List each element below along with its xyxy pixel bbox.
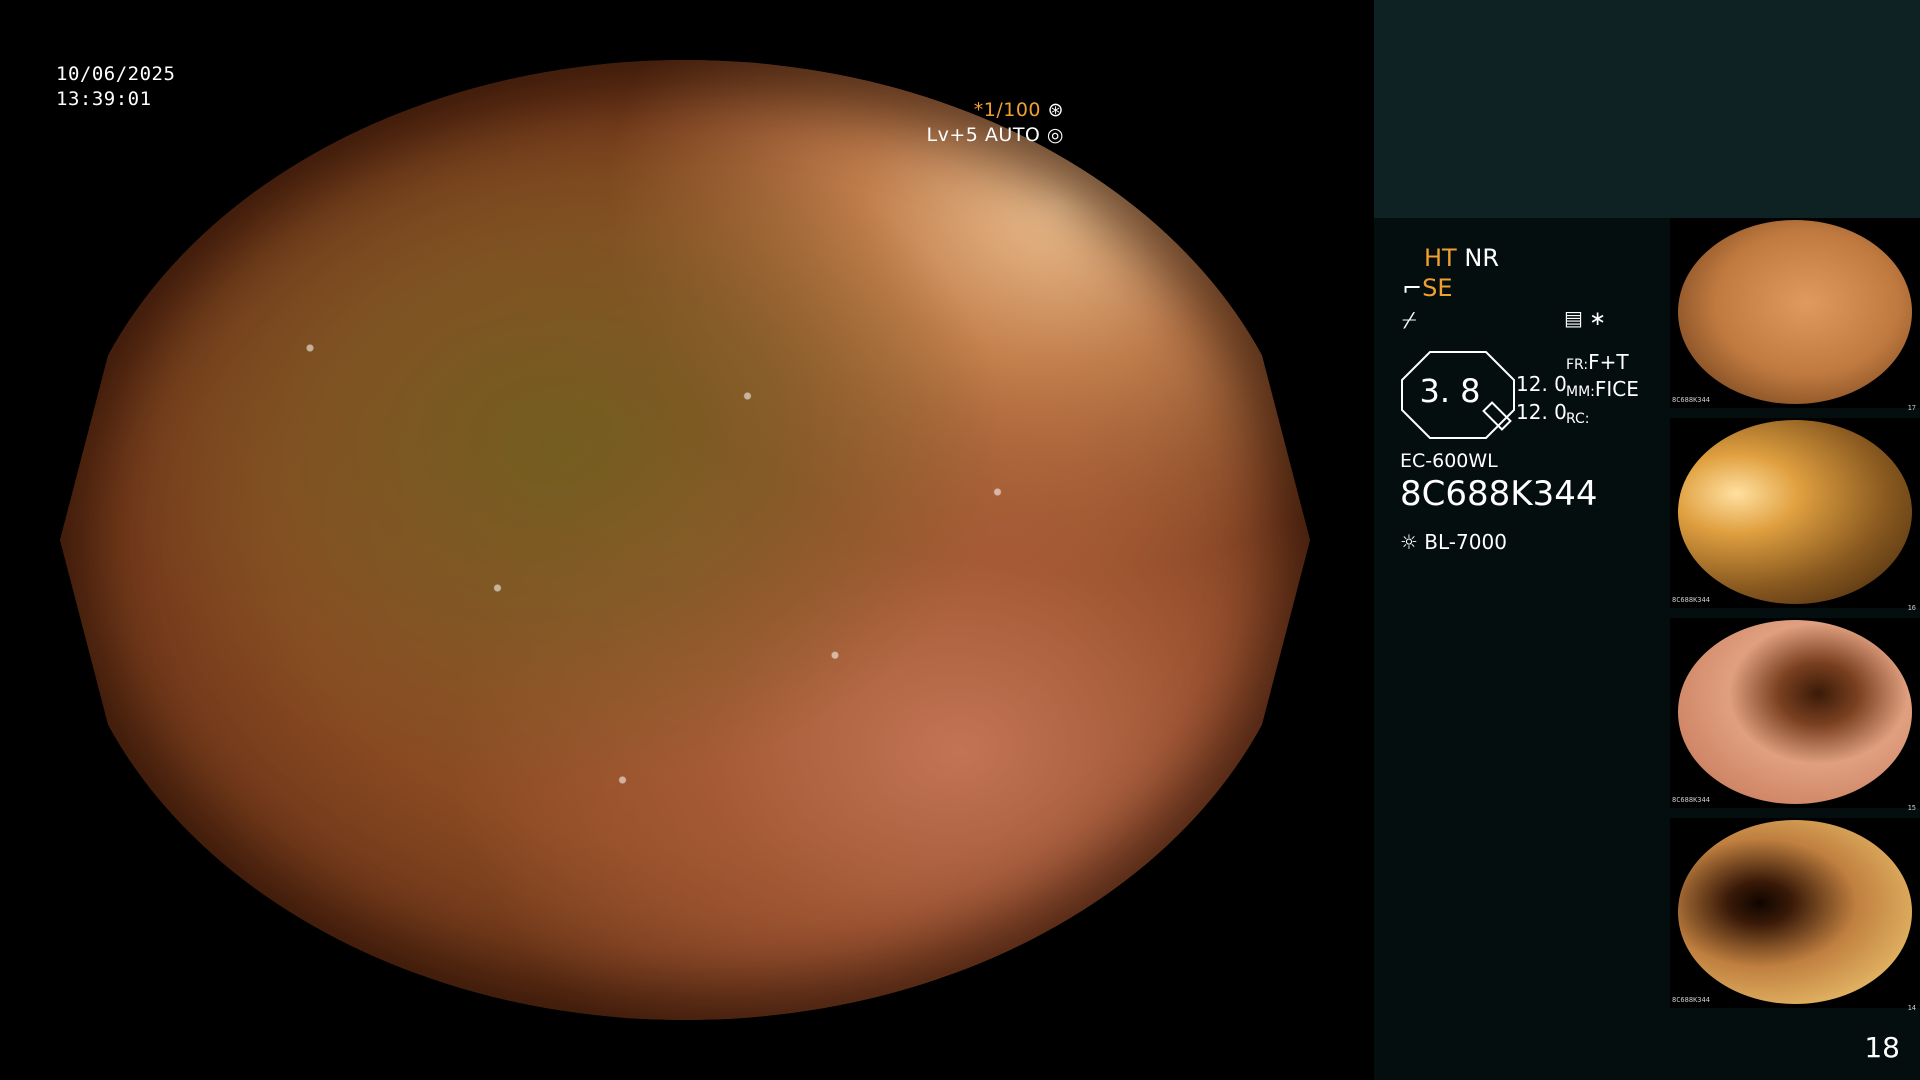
thumbnail-image	[1678, 820, 1912, 1004]
iris-icon: ◎	[1040, 124, 1064, 146]
thumbnail-serial: 8C688K344	[1672, 796, 1710, 804]
thumbnail-index: 16	[1907, 604, 1916, 612]
value-2: 12. 0	[1516, 400, 1567, 424]
thumbnail-image	[1678, 620, 1912, 804]
record-icon: ▤ ∗	[1564, 306, 1607, 330]
thumbnail-2[interactable]: 8C688K344 16	[1670, 418, 1920, 612]
date-text: 10/06/2025	[56, 63, 176, 85]
se-row: ⌐SE	[1402, 274, 1453, 302]
thumbnail-image	[1678, 420, 1912, 604]
structure-icon: ⌐	[1402, 274, 1423, 302]
thumbnail-strip: 8C688K344 17 8C688K344 16 8C688K344 15 8…	[1670, 218, 1920, 1080]
color-icon: ⌿	[1402, 306, 1417, 334]
thumbnail-1[interactable]: 8C688K344 17	[1670, 218, 1920, 412]
exposure-readout: *1/100 ⊛ Lv+5 AUTO ◎	[927, 98, 1064, 148]
fr-label: FR:	[1566, 357, 1589, 373]
right-panel: HT NR ⌐SE ⌿ ▤ ∗ 3. 8 12. 0 12. 0 FR:F+T …	[1374, 0, 1920, 1080]
time-text: 13:39:01	[56, 88, 152, 110]
fr-value: F+T	[1588, 350, 1629, 374]
ht-nr-row: HT NR	[1424, 244, 1499, 272]
thumbnail-serial: 8C688K344	[1672, 596, 1710, 604]
page-number: 18	[1864, 1031, 1900, 1064]
datetime-readout: 10/06/2025 13:39:01	[56, 62, 175, 112]
value-1: 12. 0	[1516, 372, 1567, 396]
se-label: SE	[1422, 274, 1453, 302]
settings-panel: HT NR ⌐SE ⌿ ▤ ∗ 3. 8 12. 0 12. 0 FR:F+T …	[1374, 218, 1670, 1080]
endoscopic-image	[60, 60, 1310, 1020]
ht-label: HT	[1424, 244, 1457, 272]
top-panel	[1374, 0, 1920, 218]
light-source: BL-7000	[1424, 530, 1507, 554]
endoscope-main-view: 10/06/2025 13:39:01 *1/100 ⊛ Lv+5 AUTO ◎	[0, 0, 1374, 1080]
thumbnail-index: 14	[1907, 1004, 1916, 1012]
shutter-text: *1/100	[973, 99, 1042, 121]
zoom-values: 12. 0 12. 0	[1516, 370, 1567, 426]
rc-label: RC:	[1566, 411, 1590, 427]
thumbnail-3[interactable]: 8C688K344 15	[1670, 618, 1920, 812]
mode-values: FR:F+T MM:FICE RC:	[1566, 350, 1639, 431]
shutter-icon: ⊛	[1041, 99, 1064, 121]
thumbnail-image	[1678, 220, 1912, 404]
light-source-row: ☼ BL-7000	[1400, 530, 1507, 554]
serial-number: 8C688K344	[1400, 474, 1598, 514]
thumbnail-index: 15	[1907, 804, 1916, 812]
mm-label: MM:	[1566, 384, 1595, 400]
level-text: Lv+5 AUTO	[926, 124, 1041, 146]
scope-model: EC-600WL	[1400, 450, 1498, 472]
lamp-icon: ☼	[1400, 530, 1425, 554]
mm-value: FICE	[1594, 377, 1639, 401]
nr-label: NR	[1464, 244, 1499, 272]
thumbnail-serial: 8C688K344	[1672, 996, 1710, 1004]
zoom-indicator: 3. 8	[1400, 350, 1516, 444]
thumbnail-4[interactable]: 8C688K344 14	[1670, 818, 1920, 1012]
thumbnail-index: 17	[1907, 404, 1916, 412]
zoom-value: 3. 8	[1419, 372, 1481, 410]
thumbnail-serial: 8C688K344	[1672, 396, 1710, 404]
